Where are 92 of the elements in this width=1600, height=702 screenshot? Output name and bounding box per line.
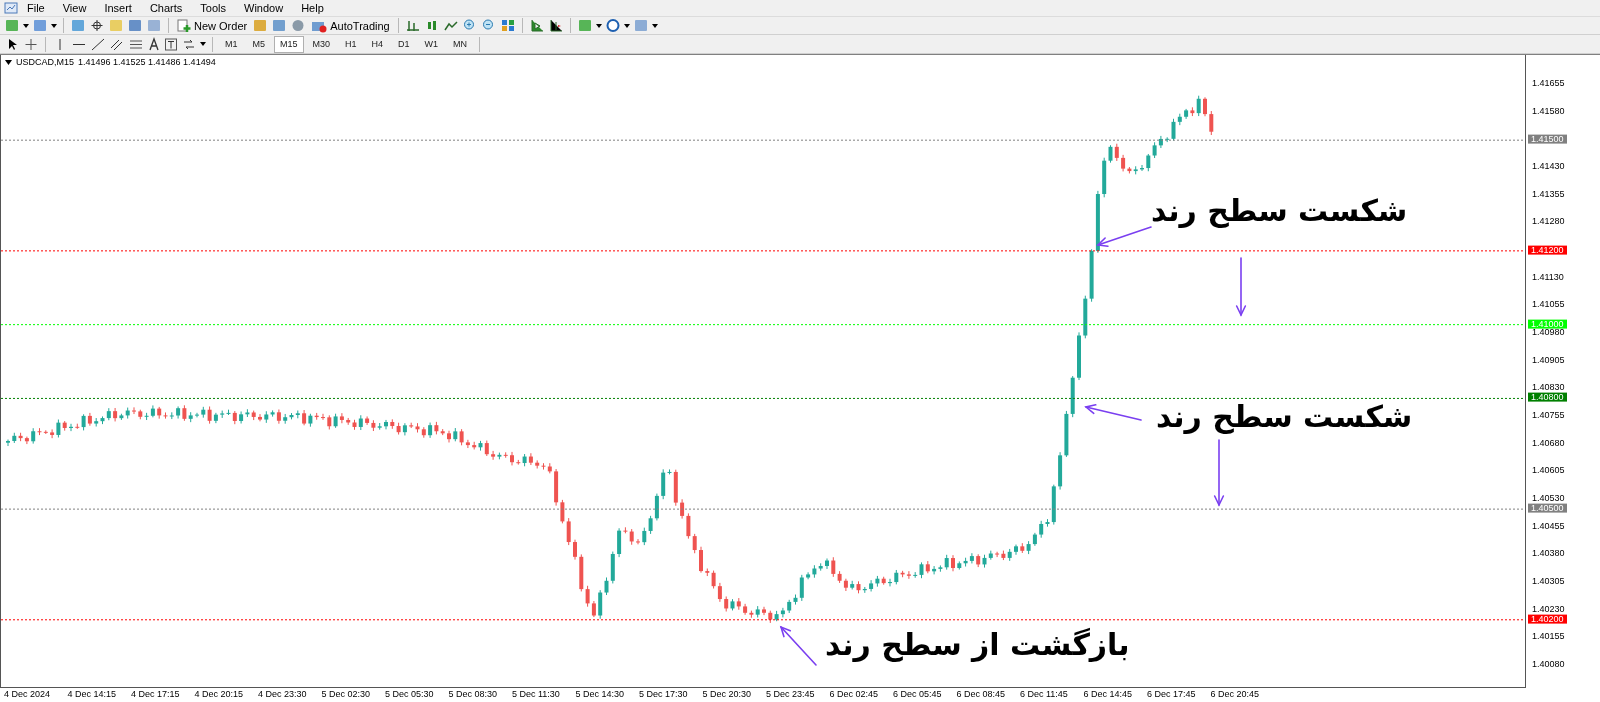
annotation-arrow	[779, 625, 817, 666]
time-label: 5 Dec 17:30	[639, 689, 688, 699]
timeframe-tab[interactable]: D1	[392, 35, 416, 53]
price-tick: 1.41055	[1532, 299, 1565, 310]
time-label: 6 Dec 02:45	[829, 689, 879, 699]
crosshair-icon[interactable]	[89, 18, 105, 34]
annotation-arrow	[1213, 439, 1225, 507]
annotation-text: شکست سطح رند	[1156, 399, 1413, 434]
caret-icon[interactable]	[200, 42, 206, 47]
menu-item[interactable]: View	[53, 1, 96, 14]
price-tick: 1.41580	[1532, 105, 1565, 116]
price-tick: 1.41655	[1532, 78, 1565, 88]
time-label: 5 Dec 23:45	[766, 689, 815, 699]
trend-line-icon[interactable]	[90, 36, 106, 52]
text-label-icon[interactable]	[164, 36, 178, 52]
price-tick: 1.40455	[1532, 520, 1565, 531]
price-tick: 1.40230	[1532, 603, 1565, 614]
timeframe-tab[interactable]: M15	[274, 35, 304, 53]
level-price-tag: 1.41000	[1528, 319, 1567, 329]
time-label: 5 Dec 02:30	[321, 689, 371, 699]
timeframe-tab[interactable]: MN	[447, 35, 474, 53]
chart-shift-icon[interactable]	[547, 18, 564, 34]
time-label: 5 Dec 08:30	[448, 689, 498, 699]
price-tick: 1.40680	[1532, 437, 1565, 448]
price-tick: 1.41355	[1532, 188, 1565, 199]
auto-trading-button[interactable]: AutoTrading	[309, 17, 392, 35]
menu-item[interactable]: Insert	[95, 1, 141, 14]
timeframe-tab[interactable]: M1	[219, 35, 244, 53]
caret-icon[interactable]	[51, 23, 57, 28]
level-price-tag: 1.40800	[1528, 393, 1567, 403]
bar-chart-icon[interactable]	[404, 18, 421, 34]
price-tick: 1.40155	[1532, 631, 1565, 642]
time-label: 6 Dec 08:45	[956, 689, 1006, 699]
plus-icon	[177, 18, 191, 33]
price-tick: 1.40830	[1532, 382, 1565, 393]
level-price-tag: 1.40200	[1528, 614, 1567, 624]
menu-item[interactable]: Window	[235, 1, 293, 14]
price-tick: 1.41130	[1532, 271, 1564, 282]
dropdown-triangle-icon[interactable]	[5, 59, 12, 65]
time-label: 5 Dec 11:30	[512, 689, 560, 699]
price-tick: 1.40080	[1532, 659, 1565, 670]
timeframe-tab[interactable]: M30	[306, 35, 337, 53]
price-tick: 1.41280	[1532, 216, 1565, 227]
annotation-arrow	[1096, 226, 1152, 248]
menu-item[interactable]: Help	[292, 1, 333, 14]
time-label: 6 Dec 20:45	[1210, 689, 1260, 699]
caret-icon[interactable]	[623, 23, 630, 28]
price-tick: 1.40980	[1532, 327, 1565, 338]
level-price-tag: 1.41500	[1528, 134, 1567, 144]
price-tick: 1.40605	[1532, 465, 1565, 476]
text-tool-icon[interactable]	[147, 36, 161, 52]
time-label: 5 Dec 14:30	[575, 689, 625, 699]
annotation-arrow	[1235, 257, 1247, 317]
ohlc-values: 1.41496 1.41525 1.41486 1.41494	[78, 57, 216, 67]
price-tick: 1.40905	[1532, 354, 1565, 365]
price-tick: 1.40305	[1532, 576, 1565, 587]
price-tick: 1.40380	[1532, 548, 1565, 559]
tile-windows-icon[interactable]	[499, 18, 516, 34]
timeframe-tab[interactable]: H4	[365, 35, 390, 53]
annotation-text: شکست سطح رند	[1151, 193, 1408, 228]
time-label: 4 Dec 2024	[4, 689, 51, 699]
menu-item[interactable]: Charts	[140, 1, 192, 14]
price-tick: 1.40755	[1532, 410, 1565, 421]
level-price-tag: 1.40500	[1528, 503, 1567, 513]
app-icon[interactable]	[4, 1, 18, 14]
menu-item[interactable]: Tools	[191, 1, 235, 14]
crosshair-icon[interactable]	[23, 36, 39, 52]
caret-icon[interactable]	[23, 23, 29, 28]
annotation-text: بازگشت از سطح رند	[825, 627, 1130, 662]
time-label: 4 Dec 20:15	[194, 689, 244, 699]
caret-icon[interactable]	[595, 23, 602, 28]
time-label: 4 Dec 23:30	[258, 689, 307, 699]
new-order-button[interactable]: New Order	[175, 17, 250, 35]
time-label: 5 Dec 20:30	[702, 689, 752, 699]
auto-scroll-icon[interactable]	[528, 18, 545, 34]
annotation-arrow	[1084, 404, 1142, 421]
menu-item[interactable]: File	[18, 1, 54, 14]
price-tick: 1.41430	[1532, 161, 1565, 171]
time-label: 6 Dec 11:45	[1020, 689, 1068, 699]
time-label: 4 Dec 17:15	[131, 689, 180, 699]
timeframe-tab[interactable]: W1	[418, 35, 445, 53]
time-label: 5 Dec 05:30	[385, 689, 434, 699]
price-tick: 1.40530	[1532, 493, 1565, 504]
time-label: 6 Dec 14:45	[1083, 689, 1133, 699]
level-price-tag: 1.41200	[1528, 245, 1567, 255]
symbol-label: USDCAD,M15	[16, 57, 74, 67]
time-label: 6 Dec 17:45	[1147, 689, 1196, 699]
time-label: 4 Dec 14:15	[67, 689, 117, 699]
timeframe-tab[interactable]: M5	[246, 35, 272, 53]
timeframe-tab[interactable]: H1	[339, 35, 363, 53]
caret-icon[interactable]	[651, 23, 658, 28]
time-label: 6 Dec 05:45	[893, 689, 942, 699]
